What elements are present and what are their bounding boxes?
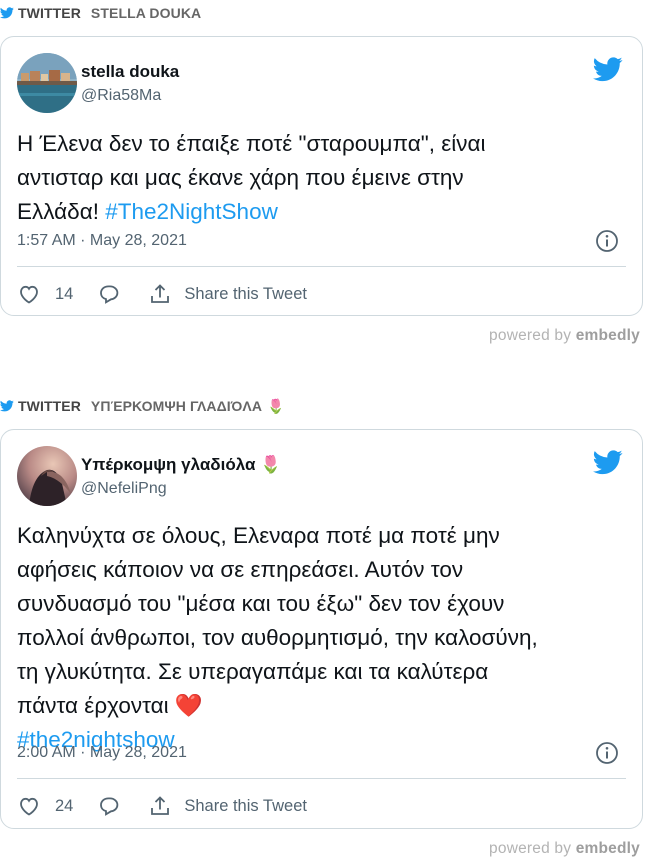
embed-header-2: TWITTER ΥΠΈΡΚΟΜΨΗ ΓΛΑΔΙΌΛΑ 🌷	[0, 396, 285, 416]
like-count[interactable]: 14	[55, 285, 73, 304]
tweet-actions: 14 Share this Tweet	[17, 280, 307, 308]
reply-bubble-icon[interactable]	[97, 794, 121, 818]
share-tweet-link[interactable]: Share this Tweet	[184, 797, 307, 816]
author-header[interactable]: ΥΠΈΡΚΟΜΨΗ ΓΛΑΔΙΌΛΑ	[91, 398, 262, 414]
twitter-bird-icon[interactable]	[593, 450, 623, 475]
embedly-brand[interactable]: embedly	[576, 327, 640, 344]
powered-by-embedly[interactable]: powered by embedly	[489, 840, 640, 858]
avatar[interactable]	[17, 53, 77, 113]
twitter-bird-icon	[0, 7, 14, 19]
share-upload-icon[interactable]	[148, 282, 172, 306]
divider	[17, 266, 626, 267]
tweet-text-line: Η Έλενα δεν το έπαιξε ποτέ "σταρουμπα", …	[17, 131, 486, 156]
handle[interactable]: @NefeliPng	[81, 480, 167, 498]
twitter-bird-icon	[0, 400, 14, 412]
display-name-text: Υπέρκομψη γλαδιόλα	[81, 455, 256, 474]
heart-icon[interactable]	[17, 794, 41, 818]
tweet-text: Καληνύχτα σε όλους, Ελεναρα ποτέ μα ποτέ…	[17, 519, 627, 757]
embedly-brand[interactable]: embedly	[576, 840, 640, 857]
tweet-text-line: τη γλυκύτητα. Σε υπεραγαπάμε και τα καλύ…	[17, 659, 489, 684]
tweet-text-line: Ελλάδα! #The2NightShow	[17, 195, 627, 229]
embed-header-1: TWITTER STELLA DOUKA	[0, 3, 201, 23]
tweet-card[interactable]: stella douka @Ria58Ma Η Έλενα δεν το έπα…	[0, 36, 643, 316]
reply-bubble-icon[interactable]	[97, 282, 121, 306]
share-tweet-link[interactable]: Share this Tweet	[184, 285, 307, 304]
tweet-card[interactable]: Υπέρκομψη γλαδιόλα 🌷 @NefeliPng Καληνύχτ…	[0, 429, 643, 829]
display-name[interactable]: Υπέρκομψη γλαδιόλα 🌷	[81, 455, 281, 475]
tweet-text-line: πολλοί άνθρωποι, τον αυθορμητισμό, την κ…	[17, 625, 538, 650]
tweet-text-line: πάντα έρχονται ❤️	[17, 693, 203, 718]
timestamp[interactable]: 2:00 AM · May 28, 2021	[17, 744, 187, 762]
provider-label: TWITTER	[18, 5, 81, 21]
tweet-actions: 24 Share this Tweet	[17, 792, 307, 820]
tweet-text-fragment: Ελλάδα!	[17, 199, 106, 224]
display-name[interactable]: stella douka	[81, 62, 179, 82]
powered-prefix: powered by	[489, 327, 572, 344]
provider-label: TWITTER	[18, 398, 81, 414]
tweet-text-line: αφήσεις κάποιον να σε επηρεάσει. Αυτόν τ…	[17, 557, 464, 582]
hashtag-link[interactable]: #The2NightShow	[105, 199, 278, 224]
info-icon[interactable]	[595, 741, 619, 765]
author-header[interactable]: STELLA DOUKA	[91, 5, 201, 21]
info-icon[interactable]	[595, 229, 619, 253]
tulip-emoji: 🌷	[267, 397, 285, 414]
avatar[interactable]	[17, 446, 77, 506]
heart-icon[interactable]	[17, 282, 41, 306]
tweet-text-line: συνδυασμό του "μέσα και του έξω" δεν τον…	[17, 591, 505, 616]
tweet-text-line: αντισταρ και μας έκανε χάρη που έμεινε σ…	[17, 165, 464, 190]
powered-prefix: powered by	[489, 840, 572, 857]
handle[interactable]: @Ria58Ma	[81, 87, 161, 105]
twitter-bird-icon[interactable]	[593, 57, 623, 82]
tulip-emoji: 🌷	[260, 455, 282, 474]
tweet-text-line: Καληνύχτα σε όλους, Ελεναρα ποτέ μα ποτέ…	[17, 523, 500, 548]
timestamp[interactable]: 1:57 AM · May 28, 2021	[17, 232, 187, 250]
like-count[interactable]: 24	[55, 797, 73, 816]
divider	[17, 778, 626, 779]
tweet-text: Η Έλενα δεν το έπαιξε ποτέ "σταρουμπα", …	[17, 127, 627, 229]
powered-by-embedly[interactable]: powered by embedly	[489, 327, 640, 345]
share-upload-icon[interactable]	[148, 794, 172, 818]
